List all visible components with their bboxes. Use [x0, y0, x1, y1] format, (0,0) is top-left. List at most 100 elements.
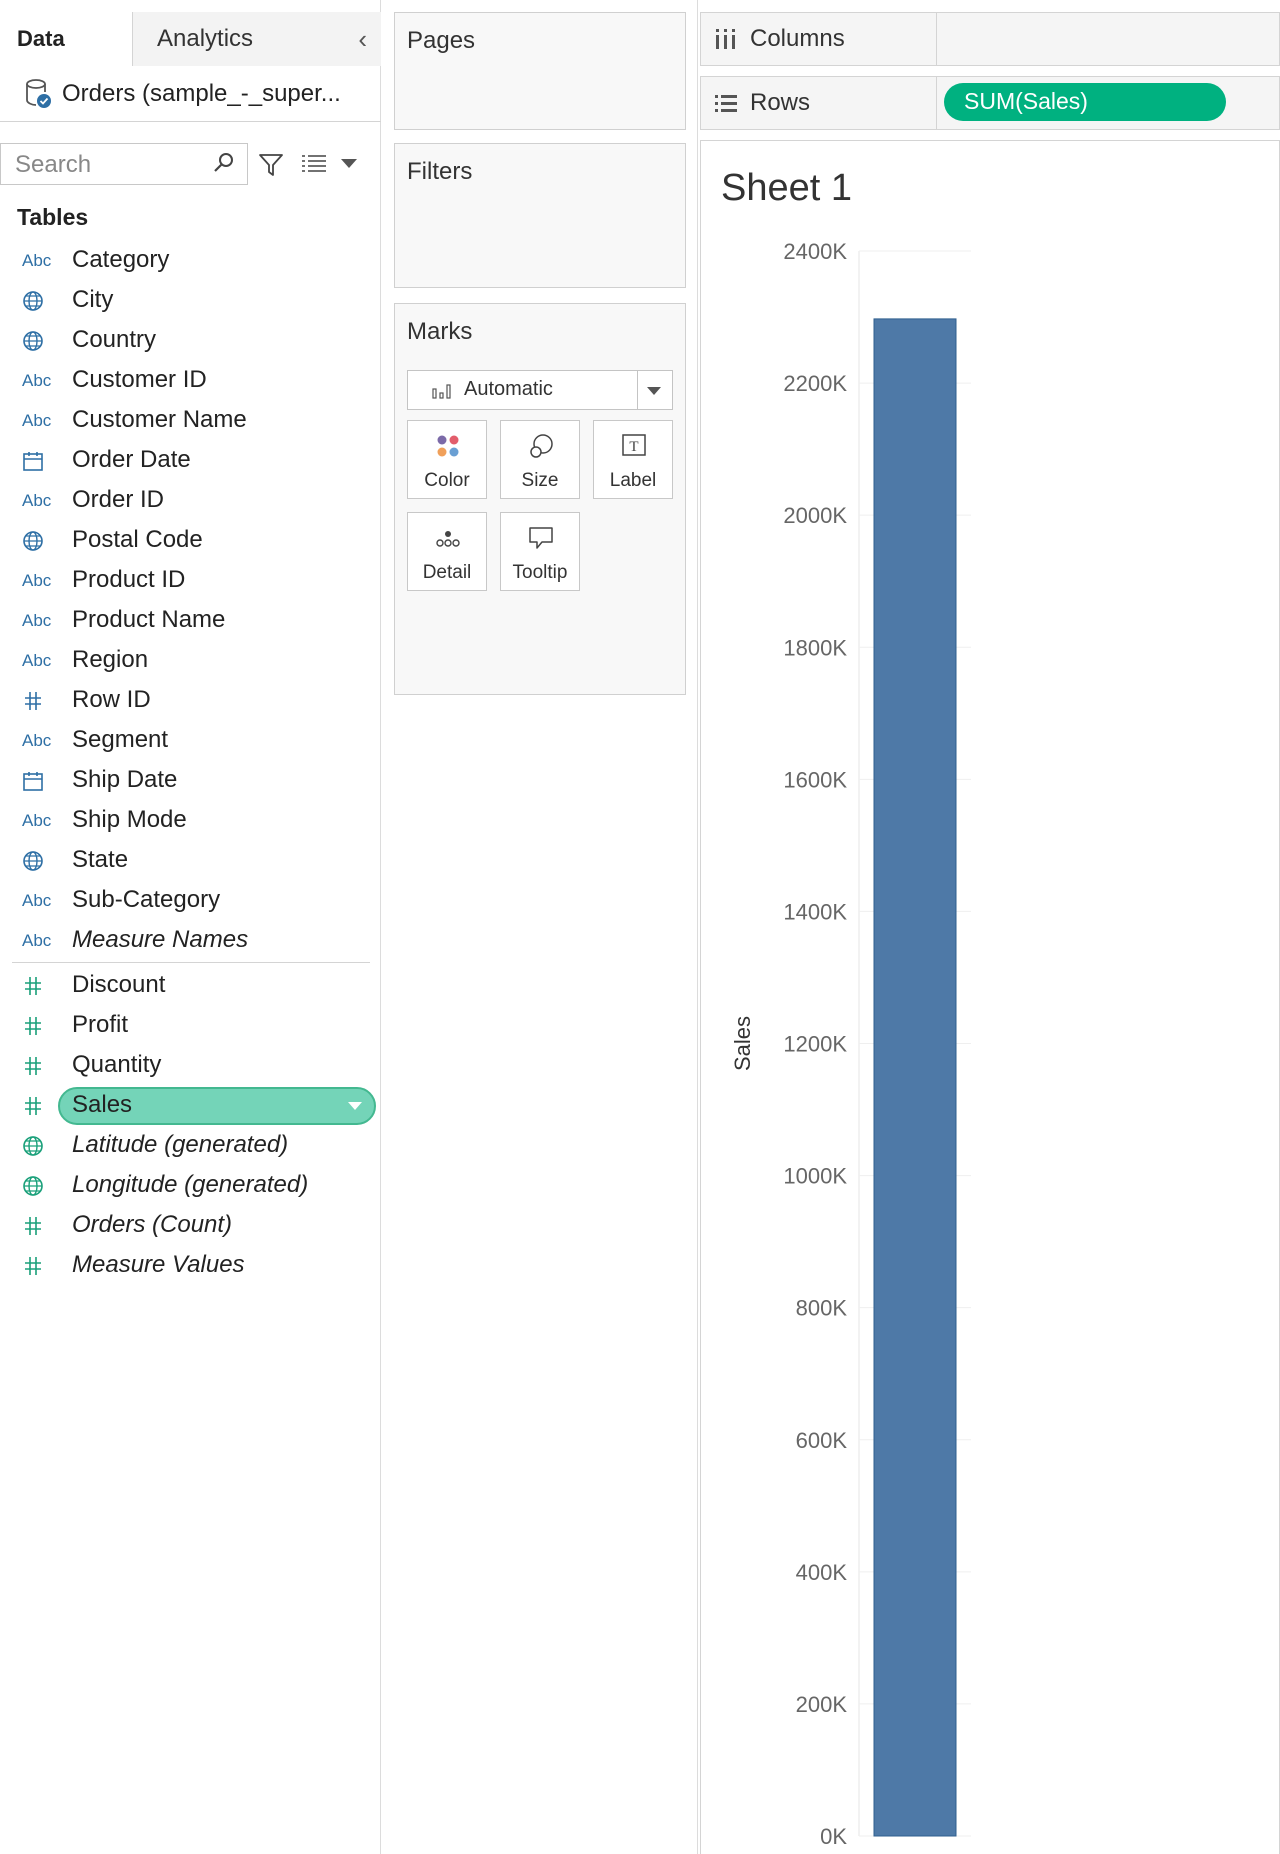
- tableau-workspace: Data Analytics ‹ Orders (sample_-_super.…: [0, 0, 1280, 1854]
- size-button[interactable]: Size: [500, 420, 580, 499]
- field-sub-category[interactable]: Abc Sub-Category: [12, 882, 376, 920]
- hash-icon: [22, 1215, 50, 1237]
- field-label: Latitude (generated): [72, 1131, 289, 1158]
- field-discount[interactable]: Discount: [12, 967, 376, 1005]
- marks-title: Marks: [407, 318, 473, 345]
- marks-card: Marks Automatic Color Size T Label Detai…: [394, 303, 686, 695]
- hash-icon: [22, 1255, 50, 1277]
- y-tick-label: 1600K: [783, 767, 847, 792]
- size-icon: [530, 434, 553, 458]
- y-tick-label: 400K: [796, 1560, 848, 1585]
- field-label: Segment: [72, 726, 169, 753]
- filters-card[interactable]: Filters: [394, 143, 686, 288]
- detail-button[interactable]: Detail: [407, 512, 487, 591]
- tab-analytics[interactable]: Analytics ‹: [132, 12, 381, 66]
- field-label: Ship Mode: [72, 806, 187, 833]
- field-city[interactable]: City: [12, 282, 376, 320]
- abc-text-icon: Abc: [22, 611, 52, 630]
- rows-icon: [715, 95, 737, 112]
- color-button[interactable]: Color: [407, 420, 487, 499]
- columns-shelf[interactable]: Columns: [700, 12, 1280, 66]
- label-button[interactable]: T Label: [593, 420, 673, 499]
- pages-card[interactable]: Pages: [394, 12, 686, 130]
- field-ship-mode[interactable]: Abc Ship Mode: [12, 802, 376, 840]
- field-measure-values[interactable]: Measure Values: [12, 1247, 376, 1285]
- abc-text-icon: Abc: [22, 251, 52, 270]
- field-label: Profit: [72, 1011, 129, 1038]
- hash-icon: [22, 1095, 50, 1117]
- y-axis-title: Sales: [730, 1016, 755, 1071]
- field-latitude-generated[interactable]: Latitude (generated): [12, 1127, 376, 1165]
- field-product-id[interactable]: Abc Product ID: [12, 562, 376, 600]
- datasource-name: Orders (sample_-_super...: [62, 80, 341, 107]
- search-input[interactable]: Search: [0, 143, 248, 185]
- field-category[interactable]: Abc Category: [12, 242, 376, 280]
- tooltip-icon: [529, 527, 553, 549]
- field-customer-id[interactable]: Abc Customer ID: [12, 362, 376, 400]
- globe-icon: [22, 850, 50, 872]
- field-region[interactable]: Abc Region: [12, 642, 376, 680]
- detail-icon: [436, 531, 460, 547]
- abc-text-icon: Abc: [22, 651, 52, 670]
- field-label: Ship Date: [72, 766, 178, 793]
- datasource-item[interactable]: Orders (sample_-_super...: [0, 66, 381, 122]
- field-quantity[interactable]: Quantity: [12, 1047, 376, 1085]
- chevron-down-icon[interactable]: [348, 1102, 362, 1110]
- globe-icon: [22, 1175, 50, 1197]
- sum-sales-pill[interactable]: SUM(Sales): [944, 83, 1226, 121]
- field-product-name[interactable]: Abc Product Name: [12, 602, 376, 640]
- y-tick-label: 2000K: [783, 503, 847, 528]
- bar-chart: 0K 200K 400K 600K 800K 1000K 1200K 1400K 1600K 18…: [730, 239, 971, 1849]
- field-order-date[interactable]: Order Date: [12, 442, 376, 480]
- field-country[interactable]: Country: [12, 322, 376, 360]
- filter-icon[interactable]: [258, 152, 284, 178]
- field-label: Country: [72, 326, 157, 353]
- globe-icon: [22, 290, 50, 312]
- mark-type-select[interactable]: Automatic: [407, 370, 673, 410]
- columns-shelf-header: Columns: [701, 13, 937, 65]
- view-pane: Sheet 1 0K 200K 400K 600K 800K 1000K 1200K 1400…: [700, 140, 1280, 1854]
- field-segment[interactable]: Abc Segment: [12, 722, 376, 760]
- detail-label: Detail: [422, 562, 472, 583]
- field-postal-code[interactable]: Postal Code: [12, 522, 376, 560]
- chevron-down-icon: [647, 387, 661, 395]
- field-label: Order ID: [72, 486, 165, 513]
- field-label: Row ID: [72, 686, 151, 713]
- chevron-left-icon[interactable]: ‹: [358, 26, 367, 52]
- field-ship-date[interactable]: Ship Date: [12, 762, 376, 800]
- field-state[interactable]: State: [12, 842, 376, 880]
- y-tick-label: 2200K: [783, 371, 847, 396]
- chevron-down-icon[interactable]: [341, 159, 357, 168]
- pages-title: Pages: [407, 27, 476, 54]
- filters-title: Filters: [407, 158, 473, 185]
- field-longitude-generated[interactable]: Longitude (generated): [12, 1167, 376, 1205]
- rows-shelf[interactable]: Rows SUM(Sales): [700, 76, 1280, 130]
- y-tick-label: 0K: [820, 1824, 847, 1849]
- globe-icon: [22, 530, 50, 552]
- field-sales[interactable]: Sales: [12, 1087, 376, 1125]
- rows-shelf-header: Rows: [701, 77, 937, 129]
- columns-icon: [716, 29, 735, 49]
- database-icon: [26, 79, 51, 108]
- tab-data[interactable]: Data: [0, 12, 132, 66]
- field-customer-name[interactable]: Abc Customer Name: [12, 402, 376, 440]
- hash-icon: [22, 1055, 50, 1077]
- field-profit[interactable]: Profit: [12, 1007, 376, 1045]
- field-label: Orders (Count): [72, 1211, 233, 1238]
- field-order-id[interactable]: Abc Order ID: [12, 482, 376, 520]
- field-label: City: [72, 286, 114, 313]
- field-label: Product Name: [72, 606, 226, 633]
- field-orders-count[interactable]: Orders (Count): [12, 1207, 376, 1245]
- field-label: Longitude (generated): [72, 1171, 309, 1198]
- field-label: Quantity: [72, 1051, 162, 1078]
- list-view-icon[interactable]: [300, 153, 328, 175]
- tooltip-button[interactable]: Tooltip: [500, 512, 580, 591]
- field-label: Customer ID: [72, 366, 207, 393]
- field-label: Customer Name: [72, 406, 247, 433]
- field-row-id[interactable]: Row ID: [12, 682, 376, 720]
- field-measure-names[interactable]: Abc Measure Names: [12, 922, 376, 960]
- y-tick-label: 1200K: [783, 1032, 847, 1057]
- search-icon[interactable]: [212, 151, 236, 175]
- field-label: Sub-Category: [72, 886, 221, 913]
- dimension-measure-divider: [12, 962, 370, 963]
